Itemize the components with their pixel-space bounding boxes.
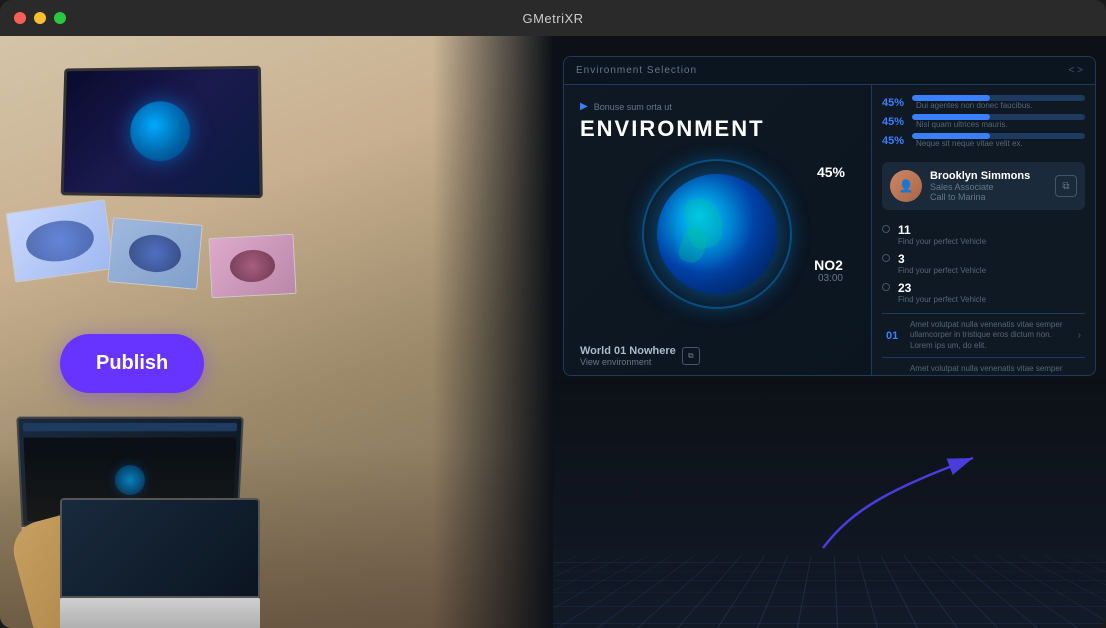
maximize-button[interactable]: [54, 12, 66, 24]
main-window: GMetriXR: [0, 0, 1106, 628]
app-window-title: Environment Selection: [576, 65, 697, 76]
list-text-2: Amet volutpat nulla venenatis vitae semp…: [910, 364, 1072, 375]
list-arrow-1: ›: [1078, 330, 1081, 341]
stat-desc-3: Find your perfect Vehicle: [898, 295, 986, 304]
stat-desc-1: Find your perfect Vehicle: [898, 237, 986, 246]
stat-dot-2: [882, 254, 890, 262]
list-item-2[interactable]: 02 Amet volutpat nulla venenatis vitae s…: [882, 357, 1085, 375]
app-window: Environment Selection < > ▶ Bonuse sum o…: [563, 56, 1096, 376]
env-title: ENVIRONMENT: [580, 116, 855, 142]
stats-list: 11 Find your perfect Vehicle 3 Find your…: [882, 220, 1085, 307]
progress-item-1: 45% Dui agentes non donec faucibus.: [882, 95, 1085, 110]
minimize-button[interactable]: [34, 12, 46, 24]
list-num-1: 01: [886, 330, 904, 342]
list-arrow-2: ›: [1078, 374, 1081, 375]
stat-num-2: 3: [898, 252, 986, 266]
world-location: World 01 Nowhere View environment ⧉: [580, 345, 700, 367]
traffic-lights: [14, 12, 66, 24]
globe: [657, 174, 777, 294]
world-link-icon[interactable]: ⧉: [682, 347, 700, 365]
progress-2-percent: 45%: [882, 116, 906, 128]
monitor: [61, 66, 263, 198]
stat-info-2: 3 Find your perfect Vehicle: [898, 252, 986, 275]
world-name: World 01 Nowhere: [580, 345, 676, 357]
app-data-panel: 45% Dui agentes non donec faucibus. 45%: [872, 85, 1095, 375]
no2-value: 03:00: [814, 273, 843, 284]
user-card: 👤 Brooklyn Simmons Sales Associate Call …: [882, 162, 1085, 210]
app-body: ▶ Bonuse sum orta ut ENVIRONMENT: [564, 85, 1095, 375]
user-info: Brooklyn Simmons Sales Associate Call to…: [930, 170, 1047, 202]
stat-info-3: 23 Find your perfect Vehicle: [898, 281, 986, 304]
list-text-1: Amet volutpat nulla venenatis vitae semp…: [910, 320, 1072, 351]
stat-item-3: 23 Find your perfect Vehicle: [882, 278, 1085, 307]
globe-percent: 45%: [817, 164, 845, 180]
monitor-globe: [130, 101, 190, 161]
app-environment-panel: ▶ Bonuse sum orta ut ENVIRONMENT: [564, 85, 872, 375]
world-sub: View environment: [580, 357, 676, 367]
right-panel: Environment Selection < > ▶ Bonuse sum o…: [553, 36, 1106, 628]
grid-floor: [553, 378, 1106, 628]
stat-info-1: 11 Find your perfect Vehicle: [898, 223, 986, 246]
user-name: Brooklyn Simmons: [930, 170, 1047, 182]
content-area: Environment Selection < > ▶ Bonuse sum o…: [0, 36, 1106, 628]
env-label-text: Bonuse sum orta ut: [594, 102, 672, 112]
app-title-bar: Environment Selection < >: [564, 57, 1095, 85]
left-fade-overlay: [433, 36, 553, 628]
title-bar: GMetriXR: [0, 0, 1106, 36]
action-list: 01 Amet volutpat nulla venenatis vitae s…: [882, 313, 1085, 375]
globe-container: 45% NO2 03:00: [580, 154, 855, 314]
stat-item-2: 3 Find your perfect Vehicle: [882, 249, 1085, 278]
app-window-controls: < >: [1069, 65, 1083, 76]
user-action-button[interactable]: ⧉: [1055, 175, 1077, 197]
publish-button[interactable]: Publish: [60, 334, 204, 393]
notebook-2: [107, 217, 202, 290]
env-arrow-icon: ▶: [580, 101, 588, 112]
notebook-1: [6, 199, 115, 282]
env-label-row: ▶ Bonuse sum orta ut: [580, 101, 855, 112]
no2-label: NO2 03:00: [814, 257, 843, 284]
user-role: Sales Associate: [930, 182, 1047, 192]
close-button[interactable]: [14, 12, 26, 24]
monitor-screen: [64, 69, 260, 195]
world-info: World 01 Nowhere View environment: [580, 345, 676, 367]
user-avatar: 👤: [890, 170, 922, 202]
app-title: GMetriXR: [522, 11, 583, 26]
no2-title: NO2: [814, 257, 843, 273]
user-sub: Call to Marina: [930, 192, 1047, 202]
stat-dot-3: [882, 283, 890, 291]
stat-item-1: 11 Find your perfect Vehicle: [882, 220, 1085, 249]
progress-item-2: 45% Nisl quam ultrices mauris.: [882, 114, 1085, 129]
stat-desc-2: Find your perfect Vehicle: [898, 266, 986, 275]
progress-bars: 45% Dui agentes non donec faucibus. 45%: [882, 95, 1085, 152]
progress-3-percent: 45%: [882, 135, 906, 147]
stat-num-3: 23: [898, 281, 986, 295]
progress-1-percent: 45%: [882, 97, 906, 109]
progress-1-text: Dui agentes non donec faucibus.: [916, 101, 1085, 110]
notebook-3: [208, 234, 296, 298]
left-panel: [0, 36, 553, 628]
list-item-1[interactable]: 01 Amet volutpat nulla venenatis vitae s…: [882, 313, 1085, 357]
desk-scene: [0, 36, 553, 628]
stat-dot-1: [882, 225, 890, 233]
progress-3-text: Neque sit neque vitae velit ex.: [916, 139, 1085, 148]
stat-num-1: 11: [898, 223, 986, 237]
progress-item-3: 45% Neque sit neque vitae velit ex.: [882, 133, 1085, 148]
list-num-2: 02: [886, 374, 904, 375]
progress-2-text: Nisl quam ultrices mauris.: [916, 120, 1085, 129]
